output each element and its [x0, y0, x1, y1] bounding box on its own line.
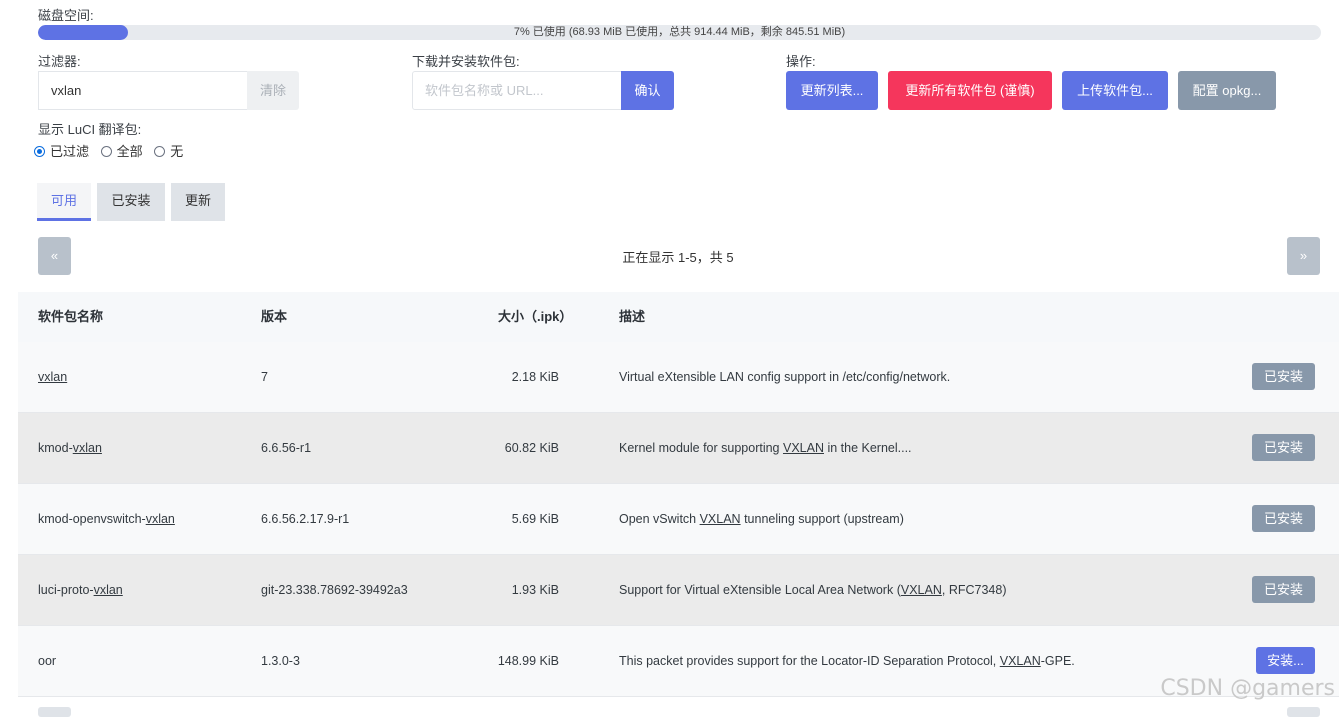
- clear-filter-button[interactable]: 清除: [247, 71, 299, 110]
- description-link[interactable]: VXLAN: [901, 583, 942, 597]
- package-size: 148.99 KiB: [497, 654, 559, 668]
- header-package-name: 软件包名称: [38, 309, 104, 324]
- installed-button[interactable]: 已安装: [1252, 505, 1315, 532]
- package-name: kmod-openvswitch-vxlan: [38, 484, 175, 554]
- radio-filtered-label: 已过滤: [50, 144, 90, 159]
- radio-none[interactable]: [154, 146, 166, 157]
- description-text: Support for Virtual eXtensible Local Are…: [619, 583, 901, 597]
- description-link[interactable]: VXLAN: [1000, 654, 1041, 668]
- luci-i18n-label: 显示 LuCI 翻译包:: [38, 122, 142, 137]
- header-version: 版本: [261, 309, 288, 324]
- package-description: Kernel module for supporting VXLAN in th…: [619, 413, 912, 483]
- download-install-label: 下载并安装软件包:: [412, 54, 520, 69]
- configure-opkg-button[interactable]: 配置 opkg...: [1178, 71, 1276, 110]
- package-name-prefix: kmod-: [38, 441, 73, 455]
- package-size: 1.93 KiB: [511, 583, 559, 597]
- package-name-prefix: luci-proto-: [38, 583, 94, 597]
- tab-installed[interactable]: 已安装: [97, 183, 165, 221]
- header-size: 大小（.ipk）: [498, 309, 573, 324]
- watermark-text: CSDN @gamers: [1160, 676, 1335, 701]
- pager-status: 正在显示 1-5，共 5: [622, 250, 734, 265]
- bottom-pager-next-button[interactable]: [1287, 707, 1320, 717]
- bottom-pager-prev-button[interactable]: [38, 707, 71, 717]
- luci-i18n-radio-group: 已过滤 全部 无: [34, 141, 191, 160]
- package-version: 7: [261, 370, 268, 384]
- table-row: kmod-openvswitch-vxlan 6.6.56.2.17.9-r1 5.…: [18, 484, 1339, 555]
- description-link[interactable]: VXLAN: [700, 512, 741, 526]
- package-description: This packet provides support for the Loc…: [619, 626, 1075, 696]
- package-name-prefix: oor: [38, 654, 57, 668]
- tab-available[interactable]: 可用: [37, 183, 91, 221]
- table-row: oor 1.3.0-3 148.99 KiB This packet provides…: [18, 626, 1339, 697]
- package-version: 6.6.56.2.17.9-r1: [261, 512, 350, 526]
- package-name-link[interactable]: vxlan: [94, 583, 123, 597]
- description-text-end: -GPE.: [1040, 654, 1075, 668]
- confirm-install-button[interactable]: 确认: [621, 71, 674, 110]
- disk-usage-text: 7% 已使用 (68.93 MiB 已使用，总共 914.44 MiB，剩余 8…: [513, 26, 846, 38]
- table-row: kmod-vxlan 6.6.56-r1 60.82 KiB Kernel modul…: [18, 413, 1339, 484]
- package-version: 6.6.56-r1: [261, 441, 312, 455]
- package-description: Open vSwitch VXLAN tunneling support (up…: [619, 484, 904, 554]
- radio-all[interactable]: [100, 146, 112, 157]
- package-size: 5.69 KiB: [511, 512, 559, 526]
- header-description: 描述: [619, 309, 646, 324]
- package-name: kmod-vxlan: [38, 413, 102, 483]
- installed-button[interactable]: 已安装: [1252, 434, 1315, 461]
- description-text-end: , RFC7348): [941, 583, 1007, 597]
- package-description: Virtual eXtensible LAN config support in…: [619, 342, 950, 412]
- package-size: 60.82 KiB: [504, 441, 559, 455]
- filter-input[interactable]: vxlan: [38, 71, 248, 110]
- table-row: vxlan 7 2.18 KiB Virtual eXtensible LAN con…: [18, 342, 1339, 413]
- upgrade-all-button[interactable]: 更新所有软件包 (谨慎): [888, 71, 1052, 110]
- install-button[interactable]: 安装...: [1256, 647, 1315, 674]
- package-name: oor: [38, 626, 56, 696]
- description-text: Open vSwitch: [619, 512, 700, 526]
- radio-none-label: 无: [170, 144, 184, 159]
- package-description: Support for Virtual eXtensible Local Are…: [619, 555, 1006, 625]
- package-version: git-23.338.78692-39492a3: [261, 583, 408, 597]
- package-name-prefix: kmod-openvswitch-: [38, 512, 146, 526]
- upload-package-button[interactable]: 上传软件包...: [1062, 71, 1168, 110]
- description-text-end: in the Kernel....: [823, 441, 912, 455]
- package-name: luci-proto-vxlan: [38, 555, 123, 625]
- package-version: 1.3.0-3: [261, 654, 300, 668]
- package-name-link[interactable]: vxlan: [146, 512, 175, 526]
- table-header: 软件包名称 版本 大小（.ipk） 描述: [18, 292, 1339, 343]
- pager-next-button[interactable]: »: [1287, 237, 1320, 275]
- description-text-end: tunneling support (upstream): [740, 512, 904, 526]
- description-text: This packet provides support for the Loc…: [619, 654, 1000, 668]
- disk-space-label: 磁盘空间:: [38, 8, 94, 23]
- description-text: Virtual eXtensible LAN config support in…: [619, 370, 951, 384]
- description-link[interactable]: VXLAN: [783, 441, 824, 455]
- package-url-input[interactable]: 软件包名称或 URL...: [412, 71, 622, 110]
- package-name-link[interactable]: vxlan: [73, 441, 102, 455]
- actions-label: 操作:: [786, 54, 816, 69]
- package-name: vxlan: [38, 342, 67, 412]
- tab-updates[interactable]: 更新: [171, 183, 225, 221]
- radio-all-label: 全部: [116, 144, 143, 159]
- radio-filtered[interactable]: [34, 146, 45, 157]
- table-row: luci-proto-vxlan git-23.338.78692-39492a3…: [18, 555, 1339, 626]
- description-text: Kernel module for supporting: [619, 441, 783, 455]
- installed-button[interactable]: 已安装: [1252, 363, 1315, 390]
- installed-button[interactable]: 已安装: [1252, 576, 1315, 603]
- package-name-link[interactable]: vxlan: [38, 370, 67, 384]
- update-lists-button[interactable]: 更新列表...: [786, 71, 878, 110]
- filter-label: 过滤器:: [38, 54, 81, 69]
- package-size: 2.18 KiB: [511, 370, 559, 384]
